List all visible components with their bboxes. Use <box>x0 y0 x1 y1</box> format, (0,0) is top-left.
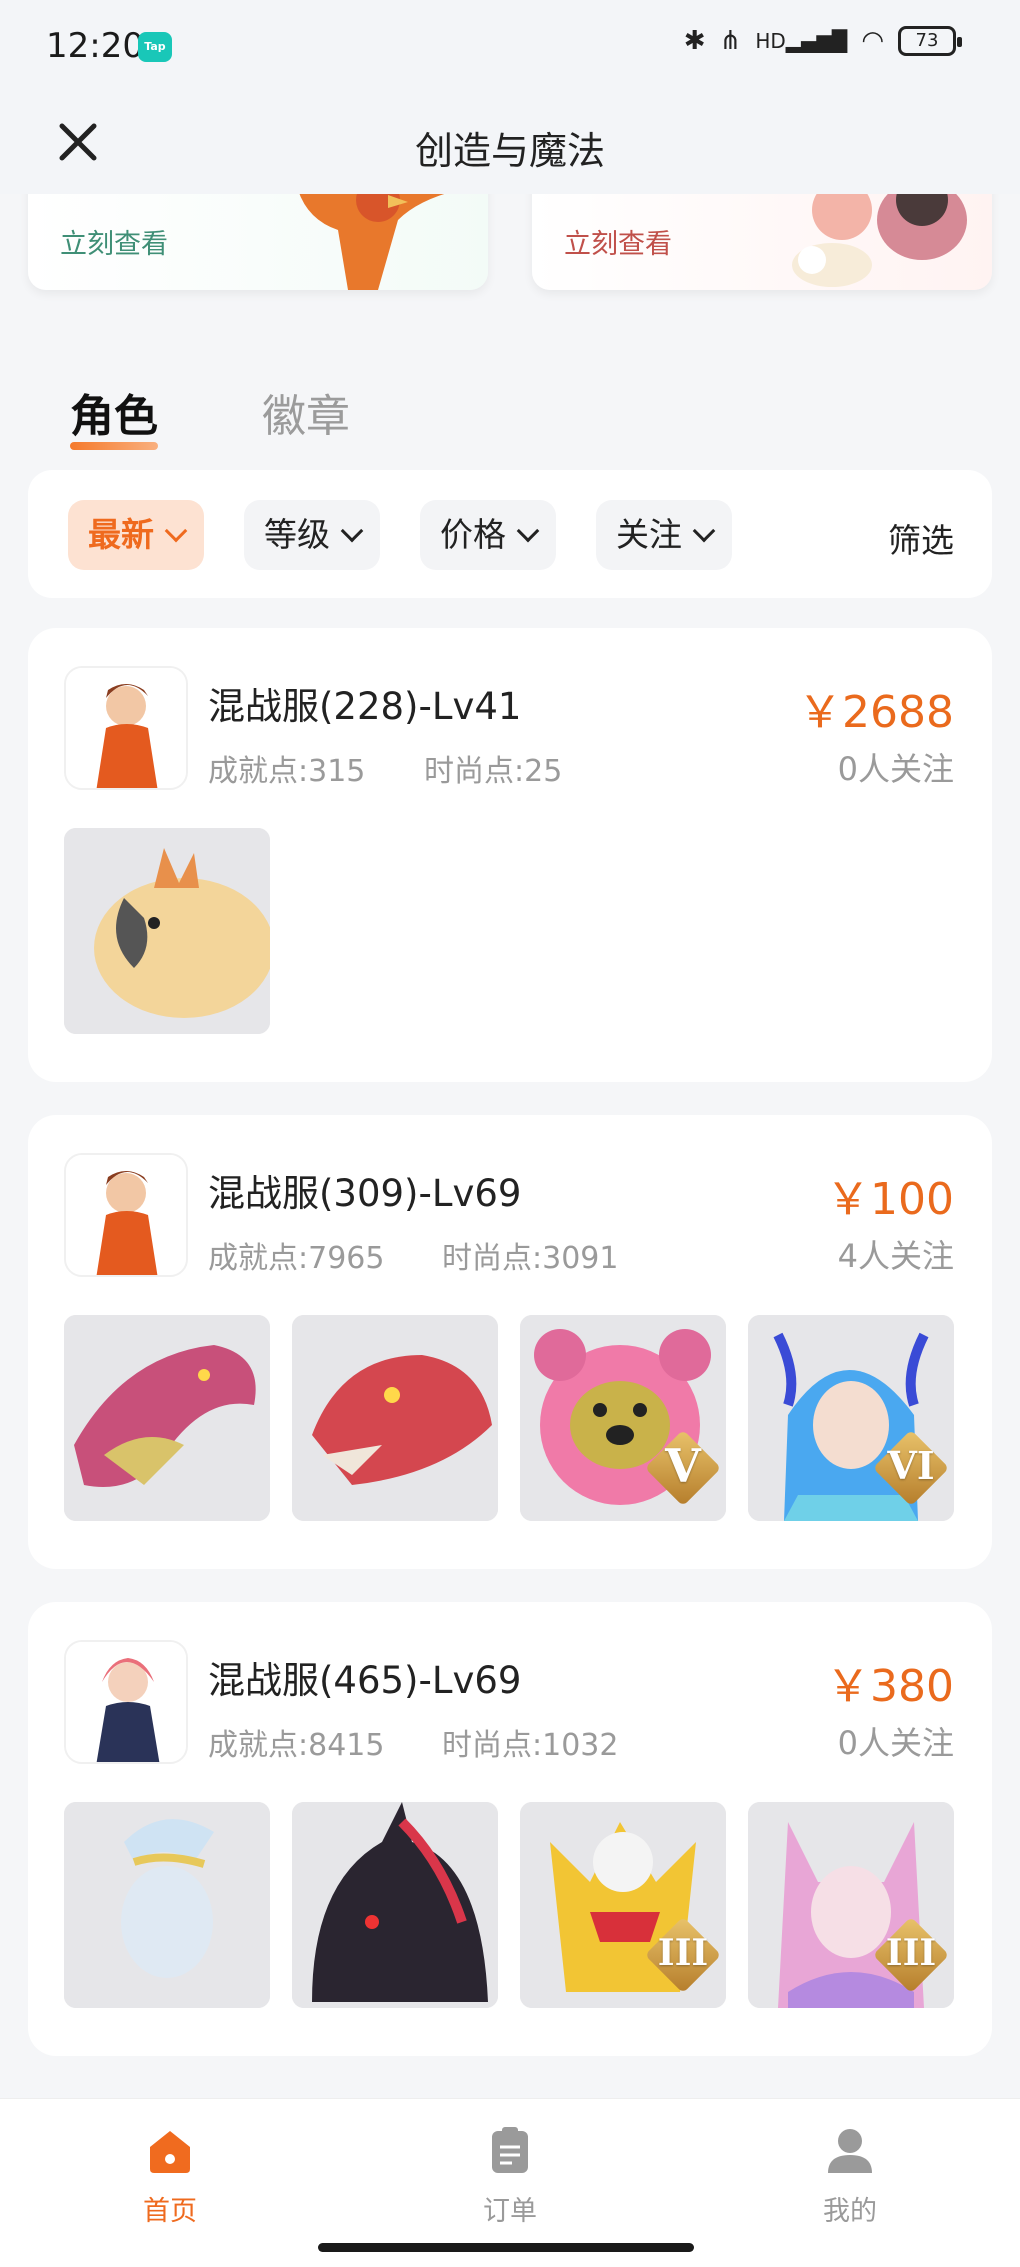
item-thumbnail[interactable] <box>292 1315 498 1521</box>
character-name: 混战服(465)-Lv69 <box>208 1659 522 1702</box>
filter-level[interactable]: 等级 <box>244 500 380 570</box>
wifi-icon: ◠ <box>861 26 884 56</box>
red-dragon-icon <box>292 1315 498 1521</box>
listing-card[interactable]: 混战服(309)-Lv69 成就点:7965 时尚点:3091 ￥100 4人关… <box>28 1115 992 1569</box>
dragon-icon <box>64 1315 270 1521</box>
price: ￥100 <box>826 1174 954 1225</box>
chevron-down-icon <box>340 519 364 543</box>
banner-link[interactable]: 立刻查看 <box>60 222 168 261</box>
achievement-points: 成就点:8415 <box>208 1728 385 1763</box>
user-icon <box>828 2129 872 2173</box>
listing-card[interactable]: 混战服(465)-Lv69 成就点:8415 时尚点:1032 ￥380 0人关… <box>28 1602 992 2056</box>
price: ￥2688 <box>798 687 954 738</box>
clipboard-icon <box>492 2127 528 2173</box>
character-name: 混战服(309)-Lv69 <box>208 1172 522 1215</box>
system-icons: ✱ ⋔ HD▂▄▆█ ◠ 73 <box>683 26 962 56</box>
follow-count: 4人关注 <box>837 1237 954 1275</box>
cockatoo-icon <box>64 828 270 1034</box>
nav-orders[interactable]: 订单 <box>430 2125 590 2228</box>
chevron-down-icon <box>692 519 716 543</box>
bluetooth-icon: ✱ <box>683 26 706 56</box>
item-thumbnail[interactable] <box>292 1802 498 2008</box>
item-thumbnails: III III <box>64 1802 954 2008</box>
follow-count: 0人关注 <box>837 750 954 788</box>
top-nav-bar: 创造与魔法 <box>0 92 1020 194</box>
earbuds-icon: ⋔ <box>719 26 742 56</box>
item-thumbnail[interactable] <box>64 828 270 1034</box>
signal-icon: HD▂▄▆█ <box>755 29 848 53</box>
item-thumbnail[interactable] <box>64 1802 270 2008</box>
filter-bar: 最新 等级 价格 关注 筛选 <box>28 470 992 598</box>
item-thumbnail[interactable]: VI <box>748 1315 954 1521</box>
avatar <box>64 1640 188 1764</box>
chevron-down-icon <box>516 519 540 543</box>
fashion-points: 时尚点:3091 <box>442 1241 619 1276</box>
listing-card[interactable]: 混战服(228)-Lv41 成就点:315 时尚点:25 ￥2688 0人关注 <box>28 628 992 1082</box>
tap-app-icon: Tap <box>138 32 172 62</box>
achievement-points: 成就点:7965 <box>208 1241 385 1276</box>
black-dragon-icon <box>292 1802 498 2008</box>
fashion-points: 时尚点:25 <box>424 754 563 789</box>
follow-count: 0人关注 <box>837 1724 954 1762</box>
rank-badge: V <box>644 1429 722 1507</box>
chevron-down-icon <box>164 519 188 543</box>
status-bar: 12:20 Tap ✱ ⋔ HD▂▄▆█ ◠ 73 <box>0 0 1020 92</box>
nav-home[interactable]: 首页 <box>90 2125 250 2228</box>
filter-follow[interactable]: 关注 <box>596 500 732 570</box>
price: ￥380 <box>826 1661 954 1712</box>
rank-badge: III <box>872 1916 950 1994</box>
filter-price[interactable]: 价格 <box>420 500 556 570</box>
page-title: 创造与魔法 <box>414 129 605 173</box>
tab-underline <box>70 442 158 450</box>
item-thumbnails: V VI <box>64 1315 954 1521</box>
white-fairy-icon <box>64 1802 270 2008</box>
rank-badge: III <box>644 1916 722 1994</box>
tab-badge[interactable]: 徽章 <box>262 380 350 444</box>
item-thumbnail[interactable]: III <box>748 1802 954 2008</box>
avatar <box>64 1153 188 1277</box>
filter-latest[interactable]: 最新 <box>68 500 204 570</box>
fashion-points: 时尚点:1032 <box>442 1728 619 1763</box>
banner-link[interactable]: 立刻查看 <box>564 222 672 261</box>
character-name: 混战服(228)-Lv41 <box>208 685 522 728</box>
bottom-nav: 首页 订单 我的 <box>0 2098 1020 2267</box>
home-indicator[interactable] <box>318 2243 694 2252</box>
item-thumbnail[interactable] <box>64 1315 270 1521</box>
avatar <box>64 666 188 790</box>
nav-mine[interactable]: 我的 <box>770 2125 930 2228</box>
status-time: 12:20 <box>46 26 144 66</box>
item-thumbnail[interactable]: V <box>520 1315 726 1521</box>
item-thumbnail[interactable]: III <box>520 1802 726 2008</box>
achievement-points: 成就点:315 <box>208 754 366 789</box>
home-icon <box>150 2131 190 2173</box>
tab-role[interactable]: 角色 <box>70 380 158 450</box>
item-thumbnails <box>64 828 270 1034</box>
screen-button[interactable]: 筛选 <box>888 514 954 562</box>
rank-badge: VI <box>872 1429 950 1507</box>
battery-icon: 73 <box>898 26 962 56</box>
